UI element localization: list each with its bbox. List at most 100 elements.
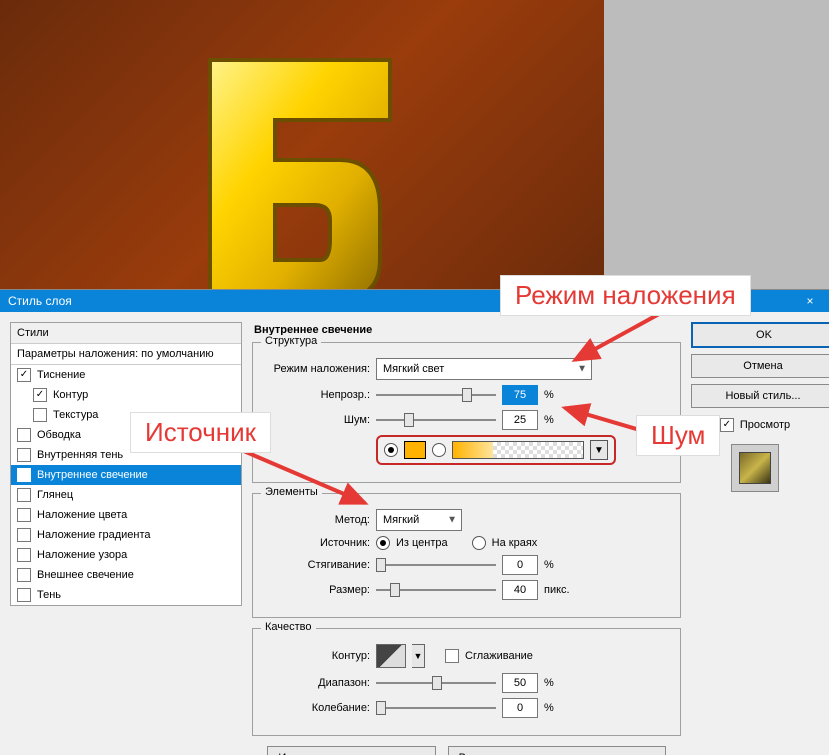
noise-input[interactable]: 25	[502, 410, 538, 430]
style-item-11[interactable]: Тень	[11, 585, 241, 605]
layer-style-dialog: Стиль слоя × Стили Параметры наложения: …	[0, 290, 829, 755]
style-item-8[interactable]: Наложение градиента	[11, 525, 241, 545]
size-unit: пикс.	[544, 584, 570, 596]
style-checkbox[interactable]	[33, 408, 47, 422]
style-item-5[interactable]: Внутреннее свечение	[11, 465, 241, 485]
style-item-3[interactable]: Обводка	[11, 425, 241, 445]
gradient-strip[interactable]	[452, 441, 584, 459]
workspace-background	[604, 0, 829, 310]
style-checkbox[interactable]	[17, 368, 31, 382]
jitter-slider[interactable]	[376, 701, 496, 715]
blending-options-item[interactable]: Параметры наложения: по умолчанию	[11, 344, 241, 365]
solid-color-radio[interactable]	[384, 443, 398, 457]
preview-checkbox[interactable]	[720, 418, 734, 432]
style-item-4[interactable]: Внутренняя тень	[11, 445, 241, 465]
style-checkbox[interactable]	[17, 588, 31, 602]
source-edge-label: На краях	[492, 537, 538, 549]
style-item-1[interactable]: Контур	[11, 385, 241, 405]
quality-group: Качество Контур: ▼ Сглаживание Диапазон:…	[252, 628, 681, 736]
style-item-label: Наложение узора	[37, 549, 127, 561]
reset-default-button[interactable]: Восстановить значения по умолчанию	[448, 746, 666, 755]
dialog-title: Стиль слоя	[8, 290, 72, 312]
ok-button[interactable]: OK	[691, 322, 829, 348]
source-center-radio[interactable]	[376, 536, 390, 550]
method-select[interactable]: Мягкий ▼	[376, 509, 462, 531]
choke-input[interactable]: 0	[502, 555, 538, 575]
new-style-button[interactable]: Новый стиль...	[691, 384, 829, 408]
size-slider[interactable]	[376, 583, 496, 597]
method-label: Метод:	[265, 514, 370, 526]
style-checkbox[interactable]	[17, 468, 31, 482]
style-item-label: Контур	[53, 389, 88, 401]
range-unit: %	[544, 677, 554, 689]
style-checkbox[interactable]	[17, 488, 31, 502]
style-item-0[interactable]: Тиснение	[11, 365, 241, 385]
style-item-label: Глянец	[37, 489, 73, 501]
style-checkbox[interactable]	[17, 548, 31, 562]
opacity-slider[interactable]	[376, 388, 496, 402]
choke-slider[interactable]	[376, 558, 496, 572]
style-item-7[interactable]: Наложение цвета	[11, 505, 241, 525]
quality-legend: Качество	[261, 621, 316, 633]
opacity-input[interactable]: 75	[502, 385, 538, 405]
source-center-label: Из центра	[396, 537, 448, 549]
style-item-label: Тень	[37, 589, 61, 601]
contour-dropdown-icon[interactable]: ▼	[412, 644, 425, 668]
size-input[interactable]: 40	[502, 580, 538, 600]
style-item-label: Внутреннее свечение	[37, 469, 148, 481]
noise-label: Шум:	[265, 414, 370, 426]
source-edge-radio[interactable]	[472, 536, 486, 550]
contour-swatch[interactable]	[376, 644, 406, 668]
style-checkbox[interactable]	[17, 428, 31, 442]
choke-unit: %	[544, 559, 554, 571]
chevron-down-icon: ▼	[577, 364, 587, 375]
style-item-label: Внешнее свечение	[37, 569, 134, 581]
artwork-letter	[180, 50, 420, 310]
style-item-label: Текстура	[53, 409, 98, 421]
style-item-label: Наложение градиента	[37, 529, 151, 541]
jitter-unit: %	[544, 702, 554, 714]
dialog-titlebar[interactable]: Стиль слоя ×	[0, 290, 829, 312]
gradient-radio[interactable]	[432, 443, 446, 457]
make-default-button[interactable]: Использовать по умолчанию	[267, 746, 435, 755]
style-checkbox[interactable]	[17, 508, 31, 522]
antialias-checkbox[interactable]	[445, 649, 459, 663]
noise-slider[interactable]	[376, 413, 496, 427]
style-checkbox[interactable]	[17, 528, 31, 542]
style-item-10[interactable]: Внешнее свечение	[11, 565, 241, 585]
style-checkbox[interactable]	[17, 568, 31, 582]
glow-color-picker-group: ▼	[376, 435, 616, 465]
range-slider[interactable]	[376, 676, 496, 690]
effect-preview-swatch	[731, 444, 779, 492]
style-checkbox[interactable]	[33, 388, 47, 402]
source-label: Источник:	[265, 537, 370, 549]
range-input[interactable]: 50	[502, 673, 538, 693]
elements-group: Элементы Метод: Мягкий ▼ Источник: Из це…	[252, 493, 681, 618]
structure-group: Структура Режим наложения: Мягкий свет ▼…	[252, 342, 681, 483]
style-item-9[interactable]: Наложение узора	[11, 545, 241, 565]
style-item-2[interactable]: Текстура	[11, 405, 241, 425]
chevron-down-icon: ▼	[447, 515, 457, 526]
cancel-button[interactable]: Отмена	[691, 354, 829, 378]
styles-header: Стили	[11, 323, 241, 344]
choke-label: Стягивание:	[265, 559, 370, 571]
antialias-label: Сглаживание	[465, 650, 533, 662]
size-label: Размер:	[265, 584, 370, 596]
blend-mode-select[interactable]: Мягкий свет ▼	[376, 358, 592, 380]
blend-mode-label: Режим наложения:	[265, 363, 370, 375]
style-item-6[interactable]: Глянец	[11, 485, 241, 505]
style-checkbox[interactable]	[17, 448, 31, 462]
color-swatch[interactable]	[404, 441, 426, 459]
elements-legend: Элементы	[261, 486, 322, 498]
range-label: Диапазон:	[265, 677, 370, 689]
jitter-label: Колебание:	[265, 702, 370, 714]
opacity-label: Непрозр.:	[265, 389, 370, 401]
opacity-unit: %	[544, 389, 554, 401]
styles-list: Стили Параметры наложения: по умолчанию …	[10, 322, 242, 606]
style-item-label: Тиснение	[37, 369, 85, 381]
style-item-label: Внутренняя тень	[37, 449, 123, 461]
gradient-dropdown-icon[interactable]: ▼	[590, 440, 608, 460]
close-icon[interactable]: ×	[799, 290, 821, 312]
jitter-input[interactable]: 0	[502, 698, 538, 718]
preview-label: Просмотр	[740, 419, 790, 431]
